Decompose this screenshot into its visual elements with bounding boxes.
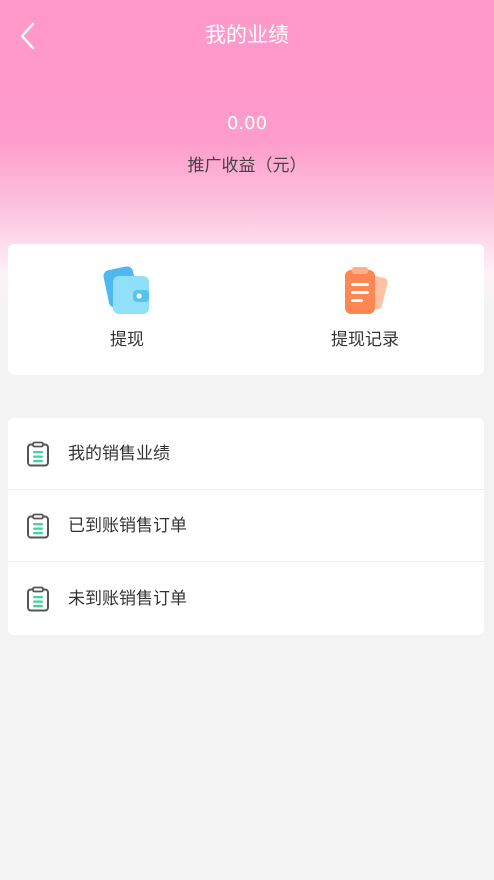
earnings-label: 推广收益（元） bbox=[187, 156, 307, 176]
list-item-my-sales[interactable]: 我的销售业绩 bbox=[8, 418, 484, 490]
action-card: 提现 提现记录 bbox=[8, 244, 484, 375]
clipboard-icon bbox=[27, 441, 49, 467]
divider bbox=[8, 561, 484, 562]
list-item-received-orders[interactable]: 已到账销售订单 bbox=[8, 490, 484, 562]
wallet-icon bbox=[103, 266, 149, 314]
clipboard-icon bbox=[27, 586, 49, 612]
list-item-label: 我的销售业绩 bbox=[68, 444, 170, 464]
performance-list: 我的销售业绩 已到账销售订单 未到账销售订单 bbox=[8, 418, 484, 635]
withdraw-record-label: 提现记录 bbox=[331, 330, 399, 350]
list-item-pending-orders[interactable]: 未到账销售订单 bbox=[8, 563, 484, 635]
clipboard-record-icon bbox=[345, 267, 388, 314]
earnings-amount: 0.00 bbox=[226, 113, 268, 134]
page-title: 我的业绩 bbox=[205, 23, 289, 47]
list-item-label: 已到账销售订单 bbox=[68, 516, 187, 536]
withdraw-button[interactable]: 提现 bbox=[8, 244, 246, 375]
withdraw-record-button[interactable]: 提现记录 bbox=[246, 244, 484, 375]
withdraw-label: 提现 bbox=[110, 330, 144, 350]
list-item-label: 未到账销售订单 bbox=[68, 589, 187, 609]
clipboard-icon bbox=[27, 513, 49, 539]
